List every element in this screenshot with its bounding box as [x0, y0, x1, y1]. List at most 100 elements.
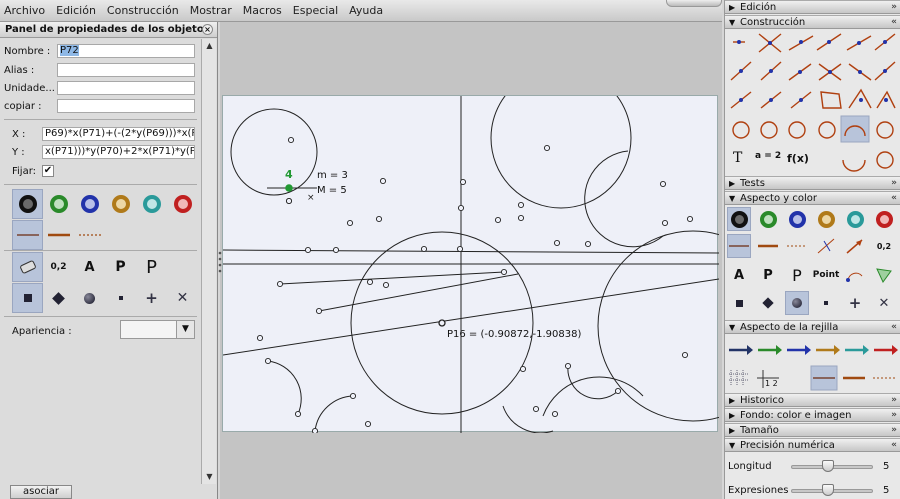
geometry-view[interactable]: × 4 m = 3 M = 5 P16 = (-0.90872,-1.90838…: [222, 95, 719, 433]
slider-thumb[interactable]: [822, 460, 834, 472]
point-dot-button[interactable]: [105, 283, 136, 313]
color-green-button[interactable]: [43, 189, 74, 219]
right-line-thin[interactable]: [727, 234, 751, 258]
dot-point-icon: [118, 296, 123, 300]
right-line-thick[interactable]: [756, 234, 780, 258]
x-expression-field[interactable]: P69)*x(P71)+(-(2*y(P69)))*x(P70)): [42, 127, 195, 141]
point-diamond-button[interactable]: [43, 283, 74, 313]
right-color-green[interactable]: [756, 207, 780, 231]
section-precision[interactable]: ▼ Precisión numérica «: [725, 438, 900, 452]
right-value-label[interactable]: 0,2: [872, 234, 896, 258]
window-control-button[interactable]: [666, 0, 722, 7]
section-aspecto-rejilla[interactable]: ▼ Aspecto de la rejilla «: [725, 320, 900, 334]
double-chevron-icon: »: [891, 2, 897, 12]
geometry-drawing[interactable]: ×: [223, 96, 719, 433]
close-icon[interactable]: ×: [202, 24, 213, 35]
right-color-orange[interactable]: [814, 207, 838, 231]
double-chevron-icon: »: [891, 425, 897, 435]
right-point-plus[interactable]: +: [843, 291, 867, 315]
right-color-red[interactable]: [872, 207, 896, 231]
right-color-cyan[interactable]: [843, 207, 867, 231]
section-tests[interactable]: ▶ Tests »: [725, 176, 900, 190]
associate-button[interactable]: asociar: [10, 485, 72, 499]
right-vector-tool[interactable]: [843, 234, 867, 258]
right-point-text[interactable]: Point: [813, 263, 840, 287]
slider-point[interactable]: [285, 184, 293, 192]
menu-ayuda[interactable]: Ayuda: [349, 4, 383, 17]
right-point-diamond[interactable]: [756, 291, 780, 315]
grid-color-arrows[interactable]: [725, 336, 900, 364]
square-point-icon: [23, 294, 32, 302]
eraser-button[interactable]: [12, 252, 43, 282]
menu-archivo[interactable]: Archivo: [4, 4, 45, 17]
menu-macros[interactable]: Macros: [243, 4, 282, 17]
circle-2: [490, 96, 632, 209]
color-red-button[interactable]: [167, 189, 198, 219]
right-arc-tool[interactable]: [843, 263, 867, 287]
color-orange-button[interactable]: [105, 189, 136, 219]
point-cross-button[interactable]: +: [136, 283, 167, 313]
section-construccion[interactable]: ▼ Construcción «: [725, 15, 900, 29]
right-name-label[interactable]: A: [727, 263, 751, 287]
right-color-blue[interactable]: [785, 207, 809, 231]
slider-thumb[interactable]: [822, 484, 834, 496]
expression-tool-icon[interactable]: a = 2: [755, 151, 781, 161]
right-color-black[interactable]: [727, 207, 751, 231]
right-point-dot[interactable]: [814, 291, 838, 315]
menu-especial[interactable]: Especial: [293, 4, 338, 17]
alias-field[interactable]: [57, 63, 195, 77]
point-p16[interactable]: [438, 319, 446, 327]
dot-point-icon: [824, 301, 828, 305]
line-thin-button[interactable]: [12, 220, 43, 250]
value-label-button[interactable]: 0,2: [43, 252, 74, 282]
right-line-dashed[interactable]: [785, 234, 809, 258]
divider: [4, 119, 197, 120]
name-label-button[interactable]: A: [74, 252, 105, 282]
section-tamano[interactable]: ▶ Tamaño »: [725, 423, 900, 437]
bold-label-button[interactable]: P: [105, 252, 136, 282]
line-dashed-button[interactable]: [74, 220, 105, 250]
color-black-button[interactable]: [12, 189, 43, 219]
right-point-x[interactable]: ✕: [872, 291, 896, 315]
section-label: Tests: [740, 178, 765, 189]
menu-edicion[interactable]: Edición: [56, 4, 96, 17]
appearance-select[interactable]: ▼: [120, 320, 195, 339]
text-tool-icon[interactable]: T: [733, 150, 742, 166]
color-blue-button[interactable]: [74, 189, 105, 219]
y-expression-field[interactable]: x(P71)))*y(P70)+2*x(P71)*y(P69)): [42, 145, 195, 159]
length-slider[interactable]: [791, 460, 873, 472]
double-chevron-icon: »: [891, 178, 897, 188]
scroll-down-icon[interactable]: ▼: [202, 470, 217, 484]
arc-icon: [846, 272, 863, 282]
section-historico[interactable]: ▶ Historico »: [725, 393, 900, 407]
point-circle-button[interactable]: [74, 283, 105, 313]
color-cyan-button[interactable]: [136, 189, 167, 219]
section-aspecto-color[interactable]: ▼ Aspecto y color «: [725, 191, 900, 205]
point-x-button[interactable]: ✕: [167, 283, 198, 313]
right-point-circle[interactable]: [785, 291, 809, 315]
copy-field[interactable]: [57, 99, 195, 113]
section-edicion[interactable]: ▶ Edición »: [725, 0, 900, 14]
right-large-label[interactable]: P: [785, 263, 809, 287]
menu-mostrar[interactable]: Mostrar: [190, 4, 232, 17]
diamond-point-icon: [52, 291, 65, 305]
point-square-button[interactable]: [12, 283, 43, 313]
scroll-up-icon[interactable]: ▲: [202, 39, 217, 53]
section-fondo[interactable]: ▶ Fondo: color e imagen »: [725, 408, 900, 422]
right-fill-tool[interactable]: [872, 263, 896, 287]
right-tangent-tool[interactable]: [814, 234, 838, 258]
large-label-button[interactable]: P: [136, 252, 167, 282]
unit-field[interactable]: [57, 81, 195, 95]
construction-tools-grid[interactable]: [725, 30, 900, 176]
expressions-slider[interactable]: [791, 484, 873, 496]
line-thick-button[interactable]: [43, 220, 74, 250]
right-bold-label[interactable]: P: [756, 263, 780, 287]
function-tool-icon[interactable]: f(x): [787, 152, 809, 165]
right-point-square[interactable]: [727, 291, 751, 315]
properties-scrollbar[interactable]: ▲ ▼: [201, 39, 216, 484]
name-field[interactable]: P72: [57, 44, 195, 58]
menu-construccion[interactable]: Construcción: [107, 4, 179, 17]
properties-panel: Panel de propiedades de los objetos × ▲ …: [0, 22, 218, 499]
fix-checkbox[interactable]: ✔: [42, 165, 54, 177]
grid-style-tools[interactable]: [725, 364, 900, 392]
